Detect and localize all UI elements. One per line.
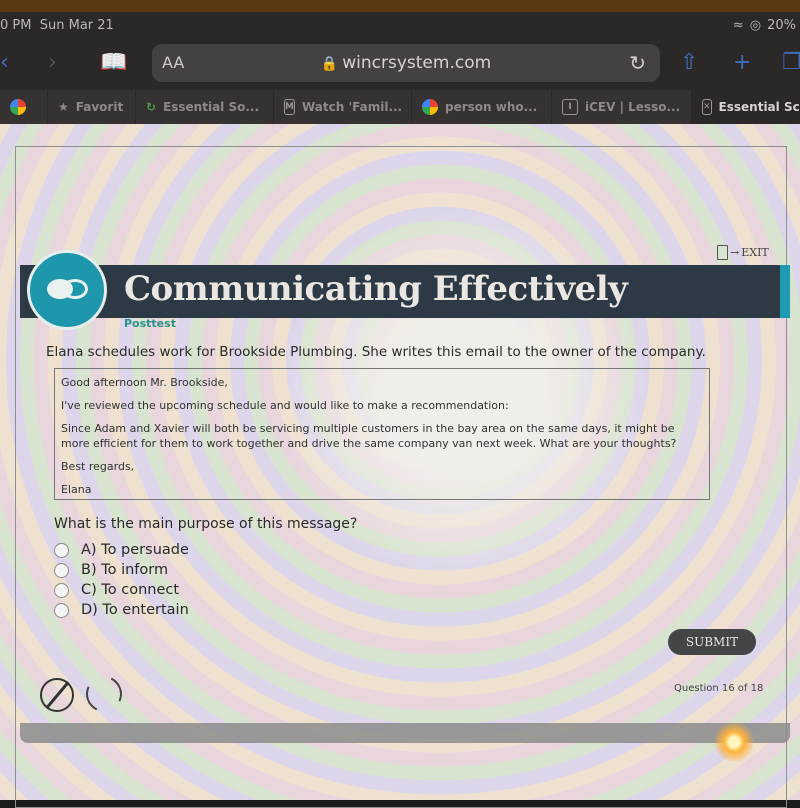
forward-icon[interactable]: › <box>48 50 57 75</box>
email-closing: Best regards, <box>61 460 135 473</box>
google-icon <box>10 99 26 115</box>
star-icon: ★ <box>58 100 69 114</box>
tab-favorites[interactable]: ★ Favorit <box>48 90 136 124</box>
exit-button[interactable]: → EXIT <box>717 245 769 260</box>
radio-d[interactable] <box>54 602 69 618</box>
option-b[interactable]: B) To inform <box>54 560 189 580</box>
lesson-subtitle: Posttest <box>124 317 176 330</box>
tab-essential-active[interactable]: ✕ Essential Sc <box>692 90 800 124</box>
question-prompt: Elana schedules work for Brookside Plumb… <box>46 344 706 360</box>
address-bar[interactable]: AA 🔒 wincrsystem.com ↻ <box>152 44 660 82</box>
exit-door-icon <box>717 245 728 260</box>
radio-b[interactable] <box>54 562 69 578</box>
status-bar: 0 PM Sun Mar 21 ≈ ◎ 20% <box>0 12 800 40</box>
tab-person-who[interactable]: person who... <box>412 90 552 124</box>
share-icon[interactable]: ⇧ <box>680 50 698 75</box>
submit-button[interactable]: SUBMIT <box>668 629 756 655</box>
tab-watch[interactable]: M Watch 'Famil... <box>274 90 412 124</box>
loading-icon: ↻ <box>146 100 157 114</box>
tab-google[interactable] <box>0 90 48 124</box>
option-c[interactable]: C) To connect <box>54 580 189 600</box>
i-icon: I <box>562 99 578 115</box>
device-bezel <box>0 0 800 12</box>
tab-bar: ★ Favorit ↻ Essential So... M Watch 'Famil.… <box>0 90 800 124</box>
answer-options: A) To persuade B) To inform C) To connec… <box>54 540 189 620</box>
screen-glare <box>714 722 754 762</box>
tabs-overview-icon[interactable]: ❐ <box>782 50 800 75</box>
lesson-banner: Communicating Effectively <box>20 265 790 318</box>
tab-essential-1[interactable]: ↻ Essential So... <box>136 90 274 124</box>
option-d[interactable]: D) To entertain <box>54 600 189 620</box>
lock-icon: 🔒 <box>320 56 339 72</box>
new-tab-icon[interactable]: + <box>733 50 751 75</box>
google-icon <box>422 99 438 115</box>
email-signature: Elana <box>61 483 92 496</box>
battery-percent: 20% <box>767 18 796 33</box>
banner-accent-stripe <box>780 265 790 318</box>
back-icon[interactable]: ‹ <box>0 50 9 75</box>
question-text: What is the main purpose of this message… <box>54 516 358 532</box>
email-line-1: I've reviewed the upcoming schedule and … <box>61 399 509 412</box>
wifi-icon: ≈ <box>732 18 744 33</box>
reload-icon[interactable]: ↻ <box>629 51 646 75</box>
lesson-footer-bar <box>20 723 790 743</box>
radio-a[interactable] <box>54 542 69 558</box>
status-time: 0 PM Sun Mar 21 <box>0 18 114 33</box>
speech-bubbles-icon <box>27 250 107 330</box>
orientation-lock-icon: ◎ <box>749 18 762 33</box>
lesson-title: Communicating Effectively <box>124 269 628 309</box>
url-text[interactable]: wincrsystem.com <box>342 53 491 73</box>
question-counter: Question 16 of 18 <box>674 683 764 694</box>
email-line-2: Since Adam and Xavier will both be servi… <box>61 422 677 450</box>
email-box: Good afternoon Mr. Brookside, I've revie… <box>54 368 710 500</box>
option-a[interactable]: A) To persuade <box>54 540 189 560</box>
radio-c[interactable] <box>54 582 69 598</box>
bookmarks-icon[interactable]: 📖 <box>100 50 127 75</box>
tab-icev[interactable]: IiCEV | Lesso... <box>552 90 692 124</box>
email-greeting: Good afternoon Mr. Brookside, <box>61 376 228 389</box>
m-icon: M <box>284 99 295 115</box>
audio-muted-icon[interactable] <box>40 678 74 712</box>
close-tab-icon[interactable]: ✕ <box>702 99 712 115</box>
